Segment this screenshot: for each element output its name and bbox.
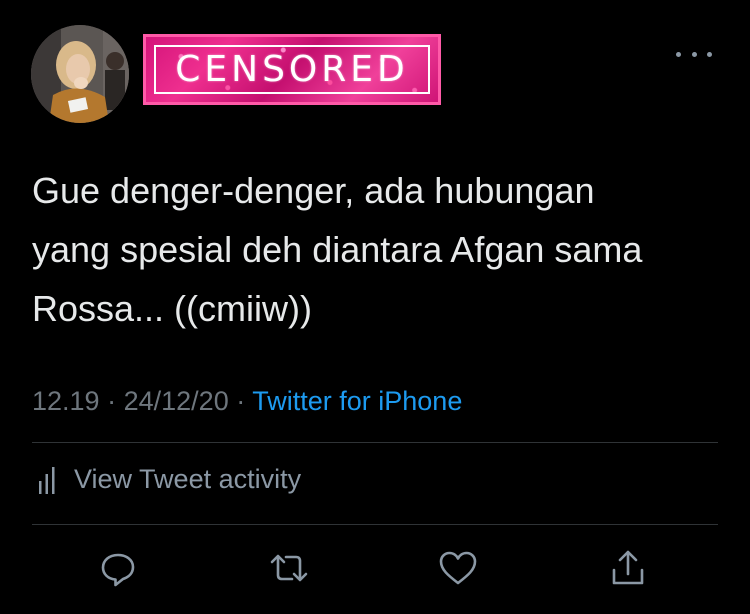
more-options-icon[interactable] xyxy=(676,44,712,64)
more-dot xyxy=(676,51,681,57)
tweet-meta: 12.19 · 24/12/20 · Twitter for iPhone xyxy=(32,386,462,417)
like-icon xyxy=(439,551,477,585)
more-dot xyxy=(691,51,697,57)
share-button[interactable] xyxy=(606,546,650,590)
retweet-button[interactable] xyxy=(267,546,311,590)
tweet-date[interactable]: 24/12/20 xyxy=(124,386,229,416)
share-icon xyxy=(612,550,644,585)
view-tweet-activity-label: View Tweet activity xyxy=(74,464,302,494)
reply-icon xyxy=(101,553,135,587)
view-tweet-activity-button[interactable]: View Tweet activity xyxy=(38,464,301,495)
more-dot xyxy=(707,51,712,57)
avatar[interactable] xyxy=(31,25,129,123)
censored-label: CENSORED xyxy=(175,49,409,90)
tweet-source-link[interactable]: Twitter for iPhone xyxy=(252,386,462,416)
tweet-action-bar xyxy=(0,546,750,596)
like-button[interactable] xyxy=(436,546,480,590)
meta-separator: · xyxy=(107,386,117,416)
censored-banner-frame: CENSORED xyxy=(154,45,430,94)
meta-separator: · xyxy=(236,386,246,416)
divider xyxy=(32,442,718,443)
tweet-text: Gue denger-denger, ada hubungan yang spe… xyxy=(32,170,643,329)
analytics-icon xyxy=(39,466,55,494)
reply-button[interactable] xyxy=(96,546,140,590)
tweet-time: 12.19 xyxy=(32,386,100,416)
avatar-photo xyxy=(31,25,129,123)
censored-banner: CENSORED xyxy=(143,34,441,105)
retweet-icon xyxy=(270,554,308,582)
divider xyxy=(32,524,718,525)
